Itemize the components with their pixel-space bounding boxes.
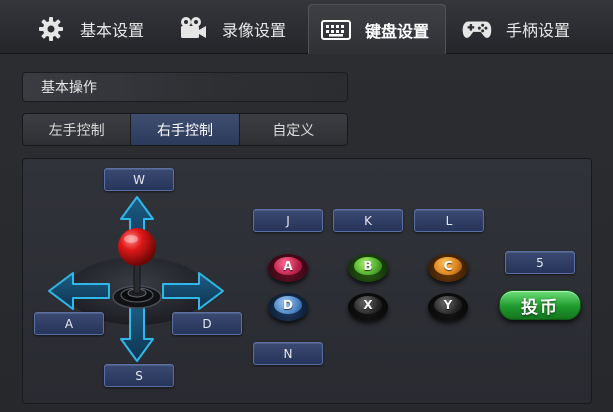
settings-content: 基本操作 左手控制 右手控制 自定义 W A D S J K L 5 N A B… [0,54,613,412]
key-right[interactable]: D [172,312,242,335]
control-mode-tabs: 左手控制 右手控制 自定义 [22,113,348,146]
insert-coin-button[interactable]: 投币 [499,290,581,320]
button-x-label: X [354,296,382,314]
button-b-label: B [354,257,382,275]
tab-label: 手柄设置 [506,21,571,40]
button-x[interactable]: X [348,293,388,321]
section-title: 基本操作 [22,72,348,102]
tab-label: 基本设置 [80,21,145,40]
tab-gamepad-settings[interactable]: 手柄设置 [462,4,570,54]
button-a-label: A [274,257,302,275]
button-c[interactable]: C [428,254,468,282]
key-n[interactable]: N [253,342,323,365]
subtab-right-hand[interactable]: 右手控制 [131,114,240,145]
section-title-text: 基本操作 [41,80,97,96]
tab-label: 录像设置 [222,21,287,40]
subtab-custom[interactable]: 自定义 [240,114,347,145]
key-left[interactable]: A [34,312,104,335]
key-mapping-panel: W A D S J K L 5 N A B C D X Y 投币 [22,158,592,404]
key-k[interactable]: K [333,209,403,232]
button-d-label: D [274,296,302,314]
subtab-left-hand[interactable]: 左手控制 [23,114,132,145]
tab-basic-settings[interactable]: 基本设置 [36,4,144,54]
tab-bar: 基本设置 录像设置 键盘设置 手柄设置 [0,0,613,54]
button-c-label: C [434,257,462,275]
gamepad-icon [462,14,492,44]
key-coin[interactable]: 5 [505,251,575,274]
joystick-illustration [48,196,224,362]
tab-record-settings[interactable]: 录像设置 [178,4,286,54]
gear-icon [36,14,66,44]
key-down[interactable]: S [104,364,174,387]
keyboard-icon [321,15,351,45]
key-l[interactable]: L [414,209,484,232]
button-d[interactable]: D [268,293,308,321]
button-b[interactable]: B [348,254,388,282]
button-a[interactable]: A [268,254,308,282]
button-y-label: Y [434,296,462,314]
video-camera-icon [178,14,208,44]
key-up[interactable]: W [104,168,174,191]
key-j[interactable]: J [253,209,323,232]
tab-label: 键盘设置 [365,21,430,41]
button-y[interactable]: Y [428,293,468,321]
tab-keyboard-settings[interactable]: 键盘设置 [308,4,446,54]
